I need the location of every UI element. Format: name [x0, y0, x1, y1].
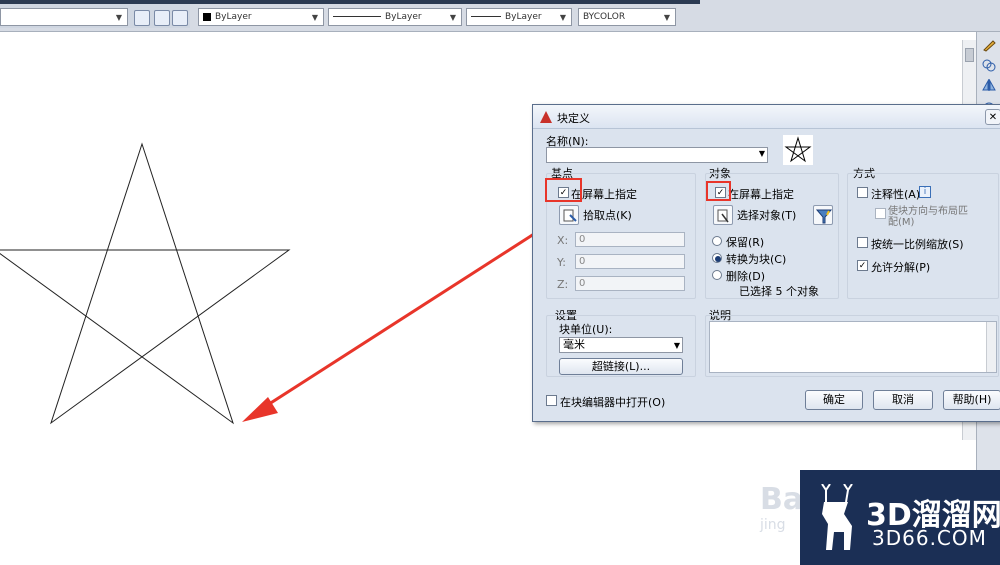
chevron-down-icon: ▼ — [673, 341, 680, 350]
color-swatch — [203, 12, 211, 21]
copy-icon[interactable] — [981, 58, 997, 72]
select-objects-icon[interactable] — [713, 205, 733, 225]
z-field[interactable]: 0 — [575, 276, 685, 291]
brand-watermark: 3D溜溜网 3D66.COM — [800, 470, 1000, 565]
y-label: Y: — [557, 256, 566, 269]
dialog-title: 块定义 — [557, 112, 590, 125]
x-label: X: — [557, 234, 569, 247]
lineweight-combo[interactable]: ByLayer ▼ — [466, 8, 572, 26]
ok-button[interactable]: 确定 — [805, 390, 863, 410]
dialog-titlebar[interactable]: 块定义 ✕ — [533, 105, 1000, 129]
highlight-box — [706, 181, 731, 201]
chevron-down-icon: ▼ — [559, 13, 567, 22]
cancel-button[interactable]: 取消 — [873, 390, 933, 410]
retain-label: 保留(R) — [726, 236, 765, 249]
make-current-icon[interactable] — [154, 10, 170, 26]
convert-radio[interactable] — [712, 253, 722, 263]
z-label: Z: — [557, 278, 569, 291]
pick-point-icon[interactable] — [559, 205, 579, 225]
delete-radio[interactable] — [712, 270, 722, 280]
chevron-down-icon: ▼ — [449, 13, 457, 22]
line-glyph — [471, 16, 501, 17]
chevron-down-icon: ▼ — [663, 13, 671, 22]
description-scrollbar[interactable] — [986, 322, 996, 372]
color-combo[interactable]: ByLayer ▼ — [198, 8, 324, 26]
star-preview-icon — [784, 136, 812, 163]
line-glyph — [333, 16, 381, 17]
block-preview — [783, 135, 813, 165]
selection-status: 已选择 5 个对象 — [739, 285, 819, 298]
layer-combo[interactable]: ▼ — [0, 8, 128, 26]
select-objects-label[interactable]: 选择对象(T) — [737, 207, 796, 223]
scale-uniformly-checkbox[interactable] — [857, 237, 868, 248]
annotation-arrow — [242, 223, 549, 422]
open-in-editor-label: 在块编辑器中打开(O) — [560, 396, 666, 409]
brand-url: 3D66.COM — [872, 526, 987, 550]
y-field[interactable]: 0 — [575, 254, 685, 269]
match-orientation-checkbox[interactable] — [875, 208, 886, 219]
block-unit-select[interactable]: 毫米 ▼ — [559, 337, 683, 353]
hyperlink-button[interactable]: 超链接(L)... — [559, 358, 683, 375]
baidu-watermark: Ba jing — [760, 482, 804, 533]
close-icon[interactable]: ✕ — [985, 109, 1000, 125]
description-textarea[interactable] — [709, 321, 997, 373]
quick-select-icon[interactable] — [813, 205, 833, 225]
allow-explode-checkbox[interactable]: ✓ — [857, 260, 868, 271]
open-in-editor-checkbox[interactable] — [546, 395, 557, 406]
info-icon[interactable]: i — [919, 186, 931, 198]
chevron-down-icon: ▼ — [115, 13, 123, 22]
pick-point-label[interactable]: 拾取点(K) — [583, 207, 632, 223]
layer-state-icon[interactable] — [134, 10, 150, 26]
convert-label: 转换为块(C) — [726, 253, 787, 266]
erase-icon[interactable] — [981, 38, 997, 52]
highlight-box — [545, 178, 582, 202]
allow-explode-label: 允许分解(P) — [871, 261, 931, 274]
block-unit-label: 块单位(U): — [559, 323, 613, 336]
block-name-combo[interactable]: ▼ — [546, 147, 768, 163]
chevron-down-icon: ▼ — [311, 13, 319, 22]
linetype-combo[interactable]: ByLayer ▼ — [328, 8, 462, 26]
chevron-down-icon: ▼ — [758, 149, 765, 158]
delete-label: 删除(D) — [726, 270, 766, 283]
objects-specify-label: 在屏幕上指定 — [728, 188, 794, 201]
retain-radio[interactable] — [712, 236, 722, 246]
layer-previous-icon[interactable] — [172, 10, 188, 26]
scroll-thumb[interactable] — [965, 48, 974, 62]
help-button[interactable]: 帮助(H) — [943, 390, 1000, 410]
autocad-logo-icon — [540, 111, 552, 123]
mirror-icon[interactable] — [981, 78, 997, 92]
block-definition-dialog: 块定义 ✕ 名称(N): ▼ 基点 ✓ 在屏幕上指定 拾取点(K) X: 0 Y… — [532, 104, 1000, 422]
deer-logo — [821, 484, 853, 550]
layer-toolbar: ▼ — [0, 4, 190, 28]
annotative-label: 注释性(A) — [871, 188, 921, 201]
scale-uniformly-label: 按统一比例缩放(S) — [871, 238, 964, 251]
plotstyle-combo[interactable]: BYCOLOR ▼ — [578, 8, 676, 26]
x-field[interactable]: 0 — [575, 232, 685, 247]
match-orientation-label: 使块方向与布局匹配(M) — [888, 206, 968, 228]
annotative-checkbox[interactable] — [857, 187, 868, 198]
offset-icon[interactable] — [981, 96, 997, 108]
